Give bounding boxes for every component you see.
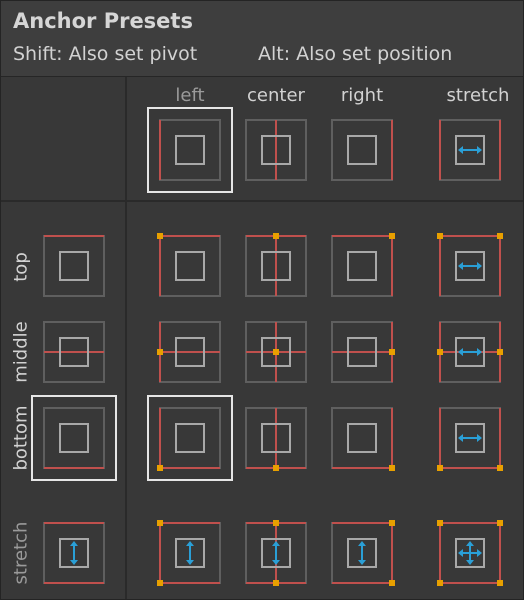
anchor-preset-middle-stretch[interactable] bbox=[430, 312, 510, 392]
pivot-dot bbox=[437, 465, 443, 471]
preset-hit-area bbox=[34, 398, 114, 478]
pivot-dot bbox=[389, 233, 395, 239]
anchor-preset-stretch-stretch[interactable] bbox=[430, 513, 510, 593]
pivot-dot bbox=[389, 580, 395, 586]
pivot-dot bbox=[157, 233, 163, 239]
pivot-dot bbox=[437, 580, 443, 586]
anchor-preset-middle-left[interactable] bbox=[150, 312, 230, 392]
pivot-dot bbox=[273, 233, 279, 239]
anchor-preset-bottom-stretch[interactable] bbox=[430, 398, 510, 478]
anchor-preset-stretch-left[interactable] bbox=[150, 513, 230, 593]
anchor-preset-stretch-none[interactable] bbox=[34, 513, 114, 593]
preset-hit-area bbox=[34, 226, 114, 306]
pivot-dot bbox=[389, 465, 395, 471]
pivot-dot bbox=[497, 349, 503, 355]
anchor-preset-middle-right[interactable] bbox=[322, 312, 402, 392]
pivot-dot bbox=[497, 465, 503, 471]
anchor-preset-top-right[interactable] bbox=[322, 226, 402, 306]
anchor-preset-stretch-center[interactable] bbox=[236, 513, 316, 593]
pivot-dot bbox=[497, 580, 503, 586]
anchor-preset-stretch-right[interactable] bbox=[322, 513, 402, 593]
anchor-preset-top-left[interactable] bbox=[150, 226, 230, 306]
pivot-dot bbox=[389, 349, 395, 355]
pivot-dot bbox=[273, 465, 279, 471]
anchor-preset-top-none[interactable] bbox=[34, 226, 114, 306]
anchor-preset-bottom-left[interactable] bbox=[147, 395, 233, 481]
pivot-dot bbox=[437, 233, 443, 239]
pivot-dot bbox=[157, 349, 163, 355]
pivot-dot bbox=[497, 233, 503, 239]
pivot-dot bbox=[389, 520, 395, 526]
anchor-preset-header-right[interactable] bbox=[322, 110, 402, 190]
pivot-dot bbox=[437, 349, 443, 355]
preset-hit-area bbox=[322, 110, 402, 190]
anchor-preset-middle-center[interactable] bbox=[236, 312, 316, 392]
pivot-dot bbox=[437, 520, 443, 526]
anchor-preset-bottom-right[interactable] bbox=[322, 398, 402, 478]
anchor-preset-header-center[interactable] bbox=[236, 110, 316, 190]
anchor-preset-bottom-none[interactable] bbox=[31, 395, 117, 481]
preset-hit-area bbox=[150, 110, 230, 190]
anchor-preset-header-left[interactable] bbox=[147, 107, 233, 193]
pivot-dot bbox=[273, 580, 279, 586]
anchor-preset-top-stretch[interactable] bbox=[430, 226, 510, 306]
pivot-dot bbox=[273, 520, 279, 526]
anchor-preset-header-stretch[interactable] bbox=[430, 110, 510, 190]
anchor-preset-middle-none[interactable] bbox=[34, 312, 114, 392]
pivot-dot bbox=[157, 465, 163, 471]
anchor-preset-bottom-center[interactable] bbox=[236, 398, 316, 478]
pivot-dot bbox=[157, 520, 163, 526]
anchor-grid bbox=[31, 107, 510, 593]
anchor-presets-panel: Anchor Presets Shift: Also set pivot Alt… bbox=[0, 0, 524, 600]
pivot-dot bbox=[157, 580, 163, 586]
pivot-dot bbox=[497, 520, 503, 526]
pivot-dot bbox=[273, 349, 279, 355]
anchor-preset-top-center[interactable] bbox=[236, 226, 316, 306]
